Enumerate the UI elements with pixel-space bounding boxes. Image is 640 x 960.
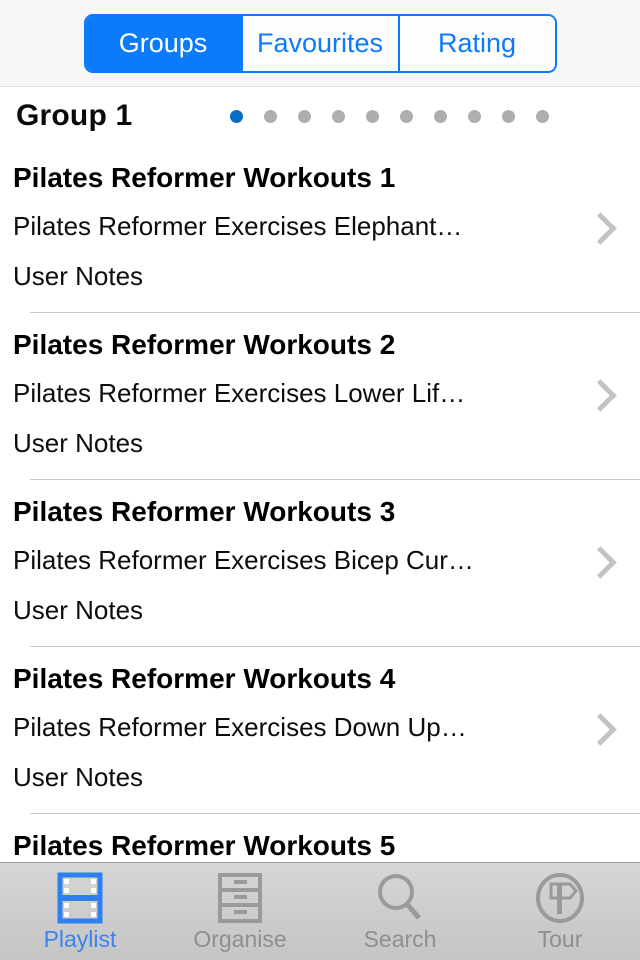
magnifier-icon: [375, 871, 425, 925]
table-row[interactable]: Pilates Reformer Workouts 2 Pilates Refo…: [0, 312, 640, 479]
row-title: Pilates Reformer Workouts 5: [13, 830, 396, 861]
tab-search[interactable]: Search: [320, 863, 480, 960]
page-dot[interactable]: [298, 109, 312, 123]
segment-rating[interactable]: Rating: [397, 15, 555, 71]
page-dots-indicator[interactable]: [230, 109, 550, 123]
workout-list[interactable]: Pilates Reformer Workouts 1 Pilates Refo…: [0, 145, 640, 862]
page-dot[interactable]: [230, 109, 244, 123]
table-row[interactable]: Pilates Reformer Workouts 3 Pilates Refo…: [0, 479, 640, 646]
tab-playlist-label: Playlist: [43, 926, 117, 952]
row-title: Pilates Reformer Workouts 4: [13, 663, 396, 694]
tab-search-label: Search: [363, 926, 437, 952]
tab-tour-label: Tour: [537, 926, 583, 952]
segment-favourites[interactable]: Favourites: [240, 15, 398, 71]
page-dot[interactable]: [434, 109, 448, 123]
row-subtitle: Pilates Reformer Exercises Down Up…: [13, 712, 467, 742]
row-title: Pilates Reformer Workouts 3: [13, 496, 396, 527]
table-row[interactable]: Pilates Reformer Workouts 5: [0, 813, 640, 862]
film-strip-icon: [57, 871, 103, 925]
row-notes: User Notes: [13, 261, 144, 291]
file-cabinet-icon: [216, 871, 264, 925]
row-subtitle: Pilates Reformer Exercises Elephant…: [13, 211, 463, 241]
tab-organise[interactable]: Organise: [160, 863, 320, 960]
table-row[interactable]: Pilates Reformer Workouts 4 Pilates Refo…: [0, 646, 640, 813]
row-notes: User Notes: [13, 428, 144, 458]
page-dot[interactable]: [332, 109, 346, 123]
page-dot[interactable]: [502, 109, 516, 123]
table-row[interactable]: Pilates Reformer Workouts 1 Pilates Refo…: [0, 145, 640, 312]
tab-tour[interactable]: Tour: [480, 863, 640, 960]
row-title: Pilates Reformer Workouts 2: [13, 329, 396, 360]
segment-groups[interactable]: Groups: [85, 15, 241, 71]
tab-playlist[interactable]: Playlist: [0, 863, 160, 960]
segment-favourites-label: Favourites: [256, 27, 384, 58]
page-dot[interactable]: [264, 109, 278, 123]
page-dot[interactable]: [400, 109, 414, 123]
row-notes: User Notes: [13, 762, 144, 792]
segmented-control[interactable]: Groups Favourites Rating: [83, 13, 557, 73]
segment-groups-label: Groups: [118, 27, 208, 58]
group-header: Group 1: [0, 87, 640, 145]
bottom-tab-bar: Playlist Organise Search Tour: [0, 862, 640, 960]
row-subtitle: Pilates Reformer Exercises Bicep Cur…: [13, 545, 474, 575]
row-title: Pilates Reformer Workouts 1: [13, 162, 396, 193]
signpost-icon: [534, 871, 586, 925]
page-dot[interactable]: [468, 109, 482, 123]
top-toolbar: Groups Favourites Rating: [0, 0, 640, 87]
tab-organise-label: Organise: [193, 926, 287, 952]
page-dot[interactable]: [366, 109, 380, 123]
row-notes: User Notes: [13, 595, 144, 625]
page-dot[interactable]: [536, 109, 550, 123]
page-title: Group 1: [16, 99, 133, 132]
row-subtitle: Pilates Reformer Exercises Lower Lif…: [13, 378, 466, 408]
segment-rating-label: Rating: [437, 27, 517, 58]
